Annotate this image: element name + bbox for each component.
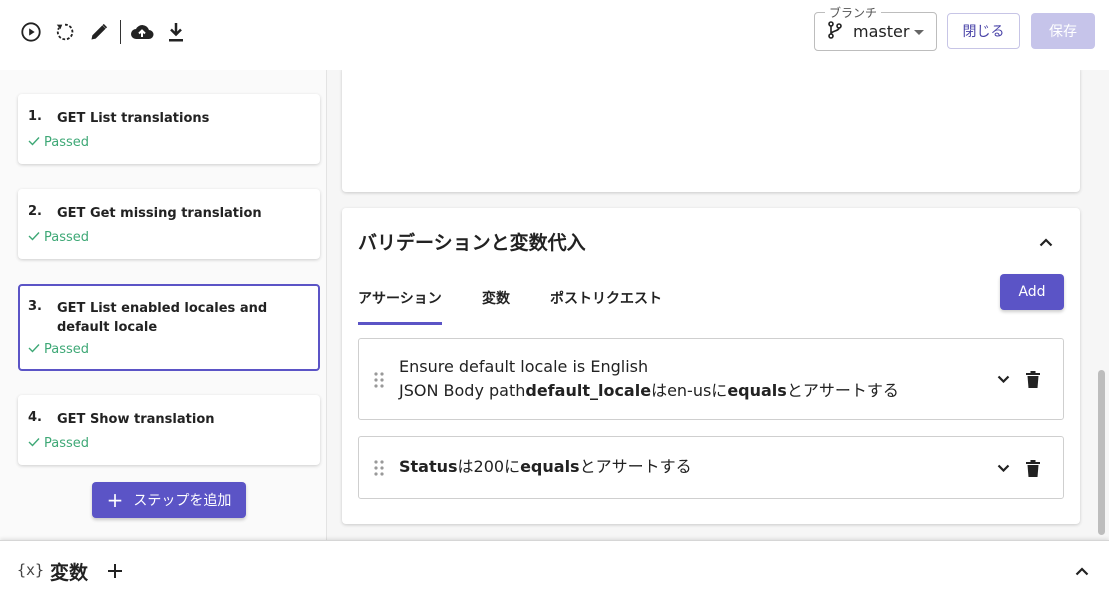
step-number: 2.: [28, 204, 42, 219]
validation-title: バリデーションと変数代入: [358, 232, 586, 254]
plus-icon[interactable]: [105, 561, 125, 581]
download-icon[interactable]: [164, 20, 188, 44]
add-assertion-button[interactable]: Add: [1000, 274, 1064, 310]
delete-icon[interactable]: [1023, 458, 1043, 478]
step-status-label: Passed: [44, 135, 90, 150]
cloud-upload-icon[interactable]: [130, 20, 154, 44]
step-card-4[interactable]: 4. GET Show translation Passed: [18, 395, 320, 465]
restore-icon[interactable]: [53, 20, 77, 44]
tab-variables[interactable]: 変数: [482, 288, 510, 322]
step-card-1[interactable]: 1. GET List translations Passed: [18, 94, 320, 164]
step-number: 1.: [28, 109, 42, 124]
plus-icon: +: [106, 488, 124, 512]
step-title: GET Get missing translation: [57, 206, 262, 221]
variable-icon: {x}: [17, 561, 45, 579]
tab-assertions[interactable]: アサーション: [358, 288, 442, 325]
check-icon: [28, 436, 40, 451]
chevron-up-icon[interactable]: [1072, 561, 1092, 581]
assertion-part: equals: [727, 381, 787, 400]
assertion-part: equals: [520, 457, 580, 476]
assertion-part: は200に: [457, 457, 521, 476]
check-icon: [28, 342, 40, 357]
check-icon: [28, 230, 40, 245]
variables-title: 変数: [50, 562, 89, 584]
step-title: GET Show translation: [57, 412, 215, 427]
close-button[interactable]: 閉じる: [947, 13, 1020, 49]
chevron-up-icon[interactable]: [1036, 232, 1056, 252]
assertion-part: とアサートする: [786, 381, 899, 400]
drag-handle-icon[interactable]: [373, 459, 385, 477]
branch-value: master: [853, 22, 910, 41]
assertion-row-2: Statusは200にequalsとアサートする: [358, 436, 1064, 499]
validation-card: バリデーションと変数代入 アサーション 変数 ポストリクエスト Add Ensu…: [342, 208, 1080, 524]
branch-select[interactable]: ブランチ master: [814, 4, 937, 51]
assertion-text: Ensure default locale is English JSON Bo…: [399, 355, 899, 403]
delete-icon[interactable]: [1023, 369, 1043, 389]
assertion-part: とアサートする: [579, 457, 692, 476]
step-status: Passed: [28, 230, 89, 245]
step-status-label: Passed: [44, 230, 90, 245]
step-number: 3.: [28, 299, 42, 314]
pencil-icon[interactable]: [87, 20, 111, 44]
steps-panel: 1. GET List translations Passed 2. GET G…: [0, 70, 327, 540]
assertion-part: default_locale: [525, 381, 652, 400]
request-card: [342, 70, 1080, 192]
step-number: 4.: [28, 410, 42, 425]
step-status: Passed: [28, 436, 89, 451]
variables-bar: {x} 変数: [0, 540, 1109, 601]
assertion-row-1: Ensure default locale is English JSON Bo…: [358, 338, 1064, 420]
assertion-name: Ensure default locale is English: [399, 357, 649, 376]
assertion-part: はen-usに: [651, 381, 728, 400]
branch-icon: [827, 20, 843, 43]
step-status-label: Passed: [44, 342, 90, 357]
step-status: Passed: [28, 342, 89, 357]
step-card-3[interactable]: 3. GET List enabled locales and default …: [18, 284, 320, 371]
step-status: Passed: [28, 135, 89, 150]
assertion-part: JSON Body path: [399, 381, 526, 400]
save-button[interactable]: 保存: [1031, 13, 1095, 49]
toolbar: ブランチ master 閉じる 保存: [0, 0, 1109, 70]
chevron-down-icon[interactable]: [993, 458, 1013, 478]
step-card-2[interactable]: 2. GET Get missing translation Passed: [18, 189, 320, 259]
assertion-expression: Statusは200にequalsとアサートする: [399, 455, 692, 479]
assertion-expression: JSON Body pathdefault_localeはen-usにequal…: [399, 379, 899, 403]
add-step-button[interactable]: + ステップを追加: [92, 482, 246, 518]
add-step-label: ステップを追加: [133, 493, 232, 509]
caret-down-icon: [914, 30, 924, 35]
step-status-label: Passed: [44, 436, 90, 451]
play-circle-icon[interactable]: [19, 20, 43, 44]
drag-handle-icon[interactable]: [373, 371, 385, 389]
toolbar-separator: [120, 20, 121, 44]
step-detail-panel: バリデーションと変数代入 アサーション 変数 ポストリクエスト Add Ensu…: [327, 70, 1109, 540]
branch-label: ブランチ: [825, 4, 882, 21]
check-icon: [28, 135, 40, 150]
step-title: GET List translations: [57, 111, 210, 126]
tab-post-request[interactable]: ポストリクエスト: [550, 288, 662, 322]
scrollbar[interactable]: [1098, 370, 1105, 535]
step-title: GET List enabled locales and default loc…: [57, 301, 268, 335]
chevron-down-icon[interactable]: [993, 369, 1013, 389]
assertion-part: Status: [399, 457, 458, 476]
